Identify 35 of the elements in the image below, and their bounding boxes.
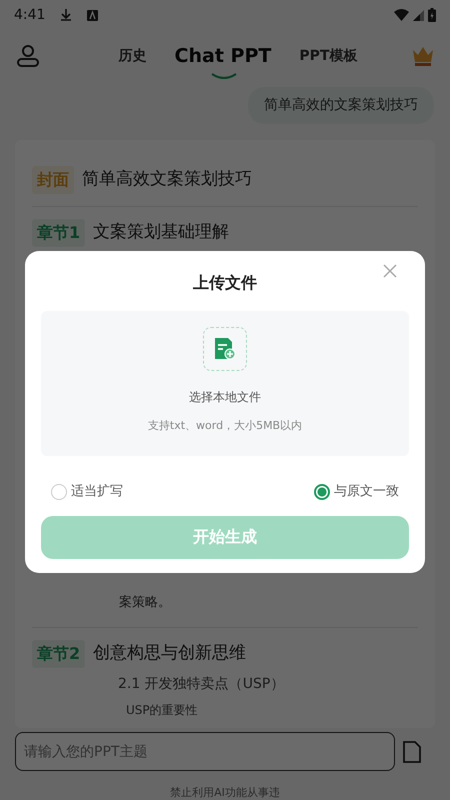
section-title: 简单高效文案策划技巧 [82,168,252,192]
section-paragraph: 案策略。 [118,594,172,612]
option-label[interactable]: 适当扩写 [71,482,123,502]
dialog-title: 上传文件 [193,273,257,292]
download-icon [61,9,72,21]
tab-indicator [211,73,237,79]
section-title: 文案策划基础理解 [93,221,230,244]
wifi-icon [394,9,409,21]
tab[interactable]: Chat PPT [168,42,278,70]
disclaimer-text: 禁止利用AI功能从事违 [170,786,280,799]
upload-area[interactable]: 选择本地文件 支持txt、word，大小5MB以内 [41,311,409,456]
radio-button[interactable] [314,484,330,500]
topic-input[interactable]: 请输入您的PPT主题 [15,732,395,771]
notification-icon [87,10,98,20]
section-tag: 章节1 [32,219,86,247]
upload-hint: 支持txt、word，大小5MB以内 [148,418,302,434]
profile-icon[interactable] [16,44,40,68]
section-tag: 章节2 [32,640,86,668]
tab[interactable]: 历史 [112,46,153,66]
option-label[interactable]: 与原文一致 [334,482,399,502]
battery-icon [428,8,436,22]
close-icon[interactable] [383,264,397,278]
add-file-icon [203,327,247,371]
status-time: 4:41 [14,6,46,24]
tab[interactable]: PPT模板 [293,46,364,66]
section-title: 创意构思与创新思维 [93,642,246,666]
subsection-point: USP的重要性 [126,702,198,719]
upload-label: 选择本地文件 [189,389,261,406]
user-message: 简单高效的文案策划技巧 [248,87,434,124]
signal-icon [413,10,424,20]
crown-icon[interactable] [412,46,434,66]
file-icon[interactable] [403,740,421,762]
radio-button[interactable] [51,484,67,500]
section-tag: 封面 [32,166,74,194]
subsection-title: 2.1 开发独特卖点（USP） [118,675,284,694]
